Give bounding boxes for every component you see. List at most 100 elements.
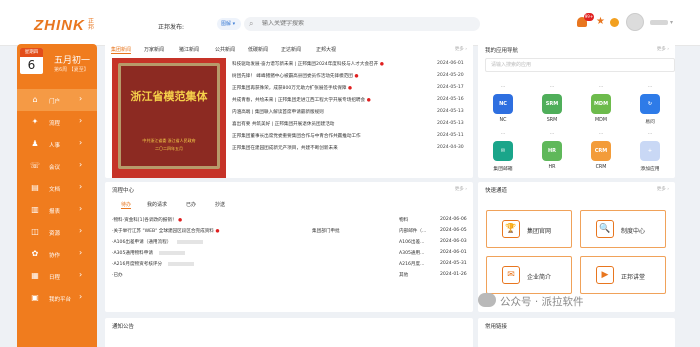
news-item-text: 喜出有要 共筑美好 | 正邦集团开展退休员团建活动 (232, 122, 335, 127)
search-input[interactable] (262, 20, 462, 27)
app-menu-dots[interactable]: ··· (532, 131, 572, 137)
news-tab-5[interactable]: 低碳新闻 (248, 46, 268, 53)
news-item-date: 2024-05-13 (437, 109, 464, 114)
sidebar-item-8[interactable]: ✿ 协作 › (17, 243, 97, 265)
sidebar-item-label: 文档 (49, 187, 61, 193)
app-label: NC (499, 118, 507, 123)
quick-links-more-link[interactable]: 更多 › (657, 186, 669, 192)
chevron-down-icon[interactable]: ▾ (670, 19, 673, 26)
sidebar-item-4[interactable]: ☏ 会议 › (17, 155, 97, 177)
user-name[interactable] (650, 20, 668, 25)
app-label: 易问 (645, 120, 655, 125)
news-tab-3[interactable]: 猪江新闻 (179, 46, 199, 53)
app-8[interactable]: ··· + 添加应用 (630, 131, 670, 185)
news-featured-image[interactable]: 浙江省模范集体 中共浙江省委 浙江省人民政府 二〇二四年五月 (112, 58, 226, 178)
process-title: 流程中心 (112, 188, 135, 194)
process-row[interactable]: ·A305通用物料申请 A305通用... 2024-06-01 (112, 248, 474, 259)
process-row[interactable]: ·A106出差申请（通用流程） A106出差... 2024-06-03 (112, 237, 474, 248)
theme-icon[interactable] (610, 18, 619, 27)
quick-link-3[interactable]: ✉ 企业简介 (486, 256, 572, 294)
hot-marker: ● (213, 229, 220, 234)
app-search-input[interactable]: 请输入搜索的应用 (485, 58, 675, 72)
publish-select[interactable]: 图解 ▾ (217, 18, 241, 30)
process-row[interactable]: ·关于举行江苏 "WEB" 全球建园区段区合完成资料 ● 集团部门申批 内部邮件（.… (112, 226, 474, 237)
quick-link-2[interactable]: 🔍 制度中心 (580, 210, 666, 248)
chevron-right-icon: › (79, 94, 83, 103)
news-tab-4[interactable]: 公共新闻 (215, 46, 235, 53)
app-menu-dots[interactable]: ··· (483, 131, 523, 137)
news-item[interactable]: 正邦集团在建园团成新元产项目，共建不断创新未来 2024-04-30 (232, 143, 477, 155)
sidebar-item-label: 门户 (49, 99, 61, 105)
app-menu-dots[interactable]: ··· (581, 131, 621, 137)
search-icon: ⌕ (249, 19, 254, 28)
news-tab-7[interactable]: 正邦大视 (316, 46, 336, 53)
sidebar-item-5[interactable]: ▤ 文档 › (17, 177, 97, 199)
sidebar-item-label: 资源 (49, 231, 61, 237)
process-tab-1[interactable]: 待办 (121, 201, 132, 209)
app-menu-dots[interactable]: ··· (532, 84, 572, 90)
process-row-text: ·关于举行江苏 "WEB" 全球建园区段区合完成资料 (112, 229, 214, 234)
news-tab-1[interactable]: 集团新闻 (111, 46, 132, 54)
quick-link-label: 制度中心 (621, 228, 646, 235)
news-item[interactable]: 内涵高端 | 集团联入解读首席申请最新版规则 2024-05-13 (232, 107, 477, 119)
process-tab-2[interactable]: 我的请求 (147, 201, 167, 208)
lunar-date: 五月初一 (54, 56, 91, 66)
news-item-text: 内涵高端 | 集团联入解读首席申请最新版规则 (232, 110, 324, 115)
watermark: 公众号 · 派拉软件 (478, 291, 584, 309)
sidebar-item-3[interactable]: ♟ 人事 › (17, 133, 97, 155)
star-icon[interactable]: ★ (596, 16, 605, 27)
news-item-date: 2024-06-01 (437, 61, 464, 66)
process-tab-4[interactable]: 抄送 (215, 201, 225, 208)
chevron-right-icon: › (79, 204, 83, 213)
process-more-link[interactable]: 更多 › (455, 186, 467, 192)
news-item[interactable]: 科技驱动发展·奋力谱写新未来 | 正邦集团2024年度科技与人才大会召开 ● 20… (232, 59, 477, 71)
apps-more-link[interactable]: 更多 › (657, 46, 669, 52)
news-item[interactable]: 正邦集团董事长出席党委重要集团合作与中青合作共赢推动工作 2024-05-11 (232, 131, 477, 143)
app-menu-dots[interactable]: ··· (483, 84, 523, 90)
news-item-title: 正邦集团董事长出席党委重要集团合作与中青合作共赢推动工作 (232, 133, 432, 139)
sidebar-item-2[interactable]: ✦ 流程 › (17, 111, 97, 133)
process-tab-3[interactable]: 已办 (186, 201, 196, 208)
process-row[interactable]: ·A216月度物资考核评分 A216月度... 2024-05-31 (112, 259, 474, 270)
sidebar-item-label: 日程 (49, 275, 61, 281)
app-label: CRM (595, 165, 607, 170)
app-menu-dots[interactable]: ··· (581, 84, 621, 90)
chevron-right-icon: › (79, 292, 83, 301)
news-item[interactable]: 正邦集团再获殊荣，成获800万元助力扩张展签手续保障 ● 2024-05-17 (232, 83, 477, 95)
app-menu-dots[interactable]: ··· (630, 84, 670, 90)
process-row-owner: A216月度... (399, 262, 425, 267)
news-item-text: 正邦集团董事长出席党委重要集团合作与中青合作共赢推动工作 (232, 134, 361, 139)
process-row-text: ·物料·资金科[1]各调改的报销！ (112, 218, 177, 223)
news-item[interactable]: 树团先锋！ 峰峰猪猪中心被霸高县团委员作活动先锋模范团 ● 2024-05-20 (232, 71, 477, 83)
quick-link-label: 正邦讲堂 (621, 274, 646, 281)
app-menu-dots[interactable]: ··· (630, 131, 670, 137)
plaque-image: 浙江省模范集体 中共浙江省委 浙江省人民政府 二〇二四年五月 (118, 63, 220, 169)
news-more-link[interactable]: 更多 › (455, 46, 467, 52)
plaque-issuer: 中共浙江省委 浙江省人民政府 (142, 138, 196, 143)
global-search[interactable]: ⌕ (244, 17, 480, 31)
sidebar-item-1[interactable]: ⌂ 门户 › (17, 89, 97, 111)
sidebar-item-6[interactable]: ▥ 报表 › (17, 199, 97, 221)
sidebar-item-10[interactable]: ▣ 我的平台 › (17, 287, 97, 309)
quick-links-title: 快速通道 (485, 188, 508, 194)
news-item[interactable]: 喜出有要 共筑美好 | 正邦集团开展退休员团建活动 2024-05-13 (232, 119, 477, 131)
app-6[interactable]: ··· HR HR (532, 131, 572, 185)
news-item-title: 科技驱动发展·奋力谱写新未来 | 正邦集团2024年度科技与人才大会召开 ● (232, 61, 432, 67)
avatar[interactable] (626, 13, 644, 31)
sidebar-item-7[interactable]: ◫ 资源 › (17, 221, 97, 243)
day-number: 6 (27, 58, 36, 72)
process-row[interactable]: ·物料·资金科[1]各调改的报销！ ● 物料 2024-06-06 (112, 215, 474, 226)
sidebar-item-9[interactable]: ▦ 日程 › (17, 265, 97, 287)
quick-link-4[interactable]: ▶ 正邦讲堂 (580, 256, 666, 294)
nc-icon: NC (493, 94, 513, 114)
person-icon: ♟ (31, 139, 39, 148)
news-item[interactable]: 共成青春，共绘未来 | 正邦集团走进江西工程大学开展专场招聘会 ● 2024-05… (232, 95, 477, 107)
news-tab-2[interactable]: 万家新闻 (144, 46, 164, 53)
company-icon: ✉ (502, 266, 520, 284)
app-5[interactable]: ··· ✉ 集团邮箱 (483, 131, 523, 185)
news-tab-6[interactable]: 正达新闻 (281, 46, 301, 53)
process-row-title: ·关于举行江苏 "WEB" 全球建园区段区合完成资料 ● (112, 228, 307, 234)
process-row[interactable]: ·已办 其他 2024-01-26 (112, 270, 474, 281)
quick-link-1[interactable]: 🏆 集团官网 (486, 210, 572, 248)
app-7[interactable]: ··· CRM CRM (581, 131, 621, 185)
